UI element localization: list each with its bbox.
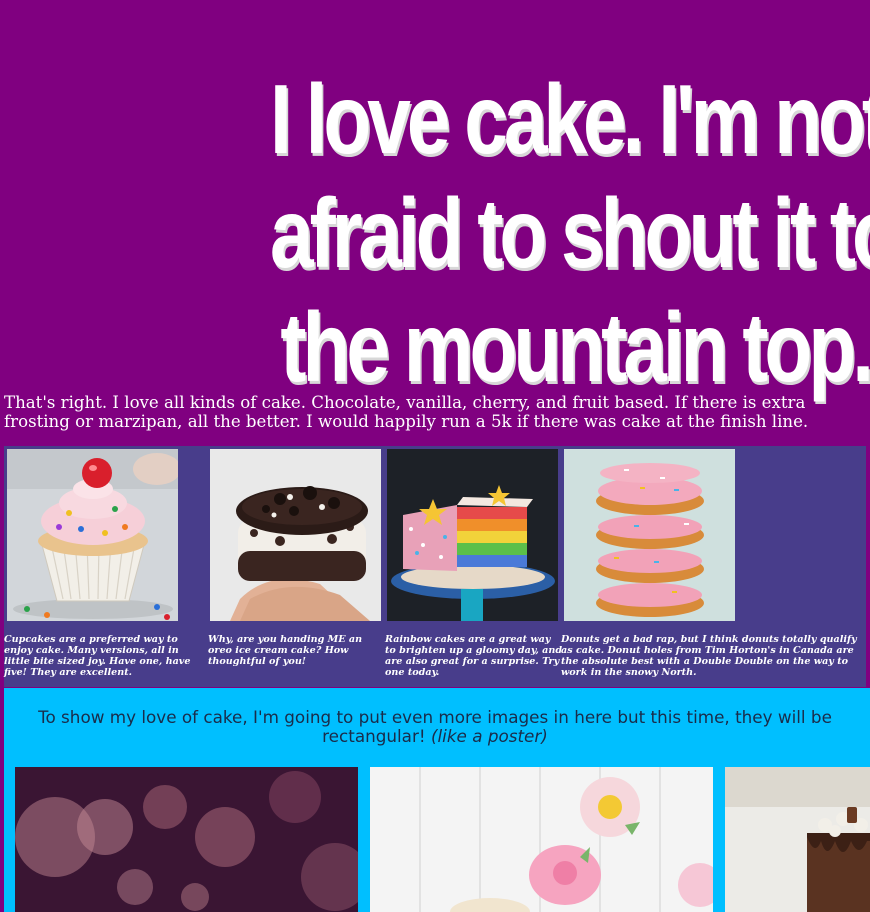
- rainbow-cake-image: [387, 449, 558, 621]
- poster-section: To show my love of cake, I'm going to pu…: [4, 688, 870, 912]
- donuts-image: [564, 449, 735, 621]
- intro-paragraph: That's right. I love all kinds of cake. …: [4, 393, 809, 431]
- donuts-caption: Donuts get a bad rap, but I think donuts…: [561, 634, 857, 678]
- poster-heading-emphasis: (like a poster): [430, 726, 548, 746]
- poster-bokeh-image: [15, 767, 358, 912]
- oreo-cake-caption: Why, are you handing ME an oreo ice crea…: [208, 634, 363, 667]
- cupcake-caption: Cupcakes are a preferred way to enjoy ca…: [4, 634, 191, 678]
- poster-chocolate-cake-image: [725, 767, 870, 912]
- hero-heading: I love cake. I'm not afraid to shout it …: [270, 62, 870, 404]
- cupcake-image: [7, 449, 178, 621]
- poster-section-heading: To show my love of cake, I'm going to pu…: [4, 708, 866, 746]
- poster-cupcakes-image: [370, 767, 713, 912]
- cake-gallery: Cupcakes are a preferred way to enjoy ca…: [4, 446, 866, 687]
- hero-line-3: the mountain top.: [280, 291, 870, 402]
- hero-line-2: afraid to shout it to: [270, 177, 870, 288]
- rainbow-cake-caption: Rainbow cakes are a great way to brighte…: [385, 634, 563, 678]
- hero-line-1: I love cake. I'm not: [270, 63, 870, 174]
- oreo-cake-image: [210, 449, 381, 621]
